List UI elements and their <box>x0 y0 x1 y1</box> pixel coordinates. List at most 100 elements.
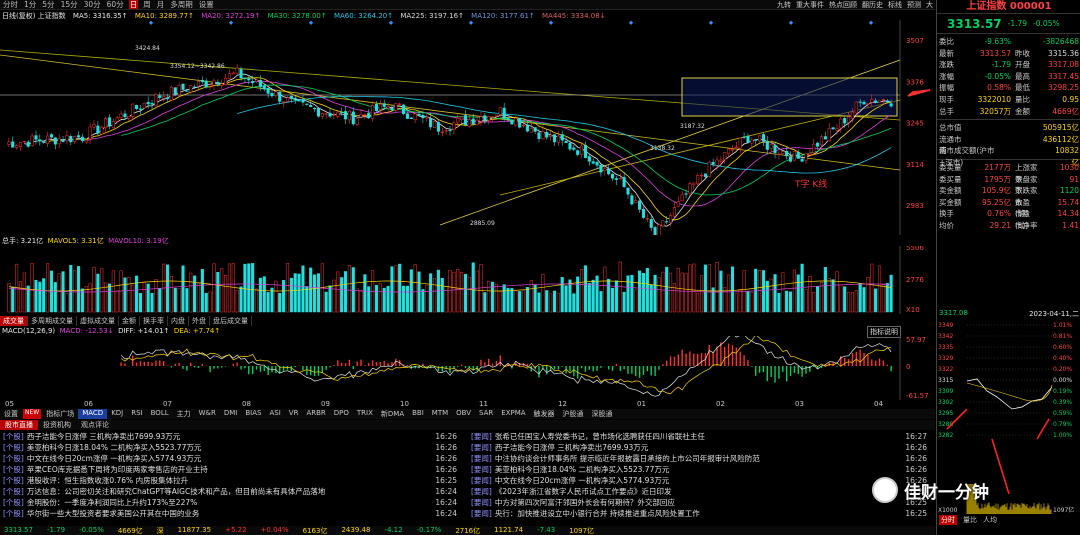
intraday-tab-1[interactable]: 量比 <box>963 515 977 525</box>
news-item[interactable]: [要闻] 西子洁能今日涨停 三机构净卖出7699.93万元 16:26 <box>468 442 935 453</box>
news-item[interactable]: [要闻] 美亚柏科今日涨18.04% 二机构净买入5523.77万元 16:26 <box>468 464 935 475</box>
indicator-tab-1[interactable]: NEW <box>23 409 42 419</box>
period-tab-2[interactable]: 5分 <box>41 0 55 9</box>
volume-chart[interactable]: 5506 2776 X10 <box>0 246 935 314</box>
news-text[interactable]: 央行：加快推进设立中小银行合并 持续推进重点风险处置工作 <box>495 508 905 519</box>
indicator-tab-2[interactable]: 指标广场 <box>42 409 78 419</box>
news-text[interactable]: 中文在线今日20cm涨停 一机构净买入5774.93万元 <box>27 453 435 464</box>
news-item[interactable]: [要闻] 《2023年浙江省数字人民币试点工作要点》近日印发 16:26 <box>468 486 935 497</box>
news-text[interactable]: 美亚柏科今日涨18.04% 二机构净买入5523.77万元 <box>495 464 905 475</box>
news-text[interactable]: 张希已任国宝人寿党委书记，曾市场化选聘获任四川省联社主任 <box>495 431 905 442</box>
volume-subtab-0[interactable]: 成交量 <box>0 316 28 326</box>
menu-item-1[interactable]: 重大事件 <box>796 0 824 9</box>
indicator-tab-22[interactable]: 触发器 <box>530 409 559 419</box>
period-tab-4[interactable]: 30分 <box>83 0 102 9</box>
news-item[interactable]: [要闻] 中文在线今日20cm涨停 一机构净买入5774.93万元 16:26 <box>468 475 935 486</box>
indicator-tab-5[interactable]: RSI <box>127 409 146 419</box>
indicator-tab-10[interactable]: BIAS <box>241 409 265 419</box>
news-text[interactable]: 金明股份：一季度净利润同比上升约173%至227% <box>27 497 435 508</box>
news-text[interactable]: 中注协约谈会计师事务所 提示临近年报披露日承接的上市公司年报审计风险防范 <box>495 453 905 464</box>
indicator-tab-15[interactable]: TRIX <box>353 409 377 419</box>
volume-subtab-1[interactable]: 多周期成交量 <box>28 316 77 326</box>
volume-subtab-3[interactable]: 金额 <box>119 316 140 326</box>
period-tab-3[interactable]: 15分 <box>60 0 79 9</box>
indicator-tab-14[interactable]: DPO <box>330 409 353 419</box>
indicator-tab-18[interactable]: MTM <box>428 409 452 419</box>
menu-item-6[interactable]: 大 <box>926 0 933 9</box>
volume-subtab-5[interactable]: 内盘 <box>168 316 189 326</box>
indicator-tab-3[interactable]: MACD <box>78 409 108 419</box>
menu-item-0[interactable]: 九转 <box>777 0 791 9</box>
news-tab-1[interactable]: 投资机构 <box>38 420 76 430</box>
intraday-tab-2[interactable]: 人均 <box>983 515 997 525</box>
indicator-tab-24[interactable]: 深股通 <box>588 409 617 419</box>
news-item[interactable]: [个股] 中文在线今日20cm涨停 一机构净买入5774.93万元 16:26 <box>0 453 465 464</box>
period-tab-1[interactable]: 1分 <box>23 0 37 9</box>
news-text[interactable]: 《2023年浙江省数字人民币试点工作要点》近日印发 <box>495 486 905 497</box>
news-item[interactable]: [个股] 美亚柏科今日涨18.04% 二机构净买入5523.77万元 16:26 <box>0 442 465 453</box>
indicator-tab-19[interactable]: OBV <box>452 409 475 419</box>
indicator-tab-0[interactable]: 设置 <box>0 409 22 419</box>
volume-subtab-2[interactable]: 虚拟成交量 <box>77 316 119 326</box>
news-text[interactable]: 万达信息：公司密切关注和研究ChatGPT等AIGC技术和产品，但目前尚未有具体… <box>27 486 435 497</box>
news-text[interactable]: 苹果CEO库克据悉下周将为印度两家零售店的开业主持 <box>27 464 435 475</box>
volume-subtab-4[interactable]: 换手率 <box>140 316 168 326</box>
indicator-tab-11[interactable]: ASI <box>265 409 284 419</box>
news-item[interactable]: [要闻] 中方对第四次阿富汗邻国外长会有何期待？外交部回应 16:25 <box>468 497 935 508</box>
indicator-tab-23[interactable]: 沪股通 <box>559 409 588 419</box>
news-text[interactable]: 华尔街一些大型投资者要求美国公开其在中国的业务 <box>27 508 435 519</box>
intraday-tab-0[interactable]: 分时 <box>939 515 957 525</box>
news-text[interactable]: 美亚柏科今日涨18.04% 二机构净买入5523.77万元 <box>27 442 435 453</box>
candle <box>634 200 638 203</box>
indicator-tab-20[interactable]: SAR <box>475 409 497 419</box>
period-tab-8[interactable]: 月 <box>156 0 166 9</box>
menu-item-4[interactable]: 标线 <box>888 0 902 9</box>
indicator-tab-12[interactable]: VR <box>285 409 303 419</box>
news-text[interactable]: 中方对第四次阿富汗邻国外长会有何期待？外交部回应 <box>495 497 905 508</box>
indicator-tab-9[interactable]: DMI <box>220 409 242 419</box>
news-item[interactable]: [个股] 西子洁能今日涨停 三机构净卖出7699.93万元 16:26 <box>0 431 465 442</box>
news-item[interactable]: [个股] 苹果CEO库克据悉下周将为印度两家零售店的开业主持 16:26 <box>0 464 465 475</box>
indicator-tab-17[interactable]: BBI <box>408 409 428 419</box>
news-item[interactable]: [要闻] 央行：加快推进设立中小银行合并 持续推进重点风险处置工作 16:25 <box>468 508 935 519</box>
news-item[interactable]: [个股] 金明股份：一季度净利润同比上升约173%至227% 16:24 <box>0 497 465 508</box>
menu-item-5[interactable]: 预测 <box>907 0 921 9</box>
news-text[interactable]: 港股收评：恒生指数收涨0.76% 内房股集体拉升 <box>27 475 435 486</box>
candle <box>224 77 228 85</box>
news-item[interactable]: [个股] 华尔街一些大型投资者要求美国公开其在中国的业务 16:24 <box>0 508 465 519</box>
period-tab-5[interactable]: 60分 <box>106 0 125 9</box>
period-tab-6[interactable]: 日 <box>128 0 139 9</box>
menu-item-2[interactable]: 热点回顾 <box>829 0 857 9</box>
candle <box>850 111 854 119</box>
news-item[interactable]: [要闻] 中注协约谈会计师事务所 提示临近年报披露日承接的上市公司年报审计风险防范… <box>468 453 935 464</box>
period-tab-10[interactable]: 设置 <box>198 0 215 9</box>
indicator-tab-6[interactable]: BOLL <box>147 409 173 419</box>
indicator-tab-8[interactable]: W&R <box>195 409 220 419</box>
menu-item-3[interactable]: 翻历史 <box>862 0 883 9</box>
period-tab-7[interactable]: 周 <box>142 0 152 9</box>
indicator-tab-16[interactable]: 新DMA <box>377 409 408 419</box>
quote-label: 均价 <box>939 220 954 230</box>
news-item[interactable]: [个股] 万达信息：公司密切关注和研究ChatGPT等AIGC技术和产品，但目前尚… <box>0 486 465 497</box>
quote-value: 105.9亿 <box>982 186 1011 196</box>
volume-subtab-6[interactable]: 外盘 <box>189 316 210 326</box>
candle <box>378 104 382 111</box>
period-tab-9[interactable]: 多周期 <box>169 0 194 9</box>
news-tab-2[interactable]: 观点评论 <box>76 420 114 430</box>
news-text[interactable]: 中文在线今日20cm涨停 一机构净买入5774.93万元 <box>495 475 905 486</box>
kline-chart[interactable]: 3507 3376 3245 3114 2983 3424.84 3354.12~3342.… <box>0 20 935 235</box>
indicator-tab-21[interactable]: EXPMA <box>497 409 529 419</box>
vol-tick: 2776 <box>906 276 924 284</box>
news-text[interactable]: 西子洁能今日涨停 三机构净卖出7699.93万元 <box>27 431 435 442</box>
indicator-tab-4[interactable]: KDJ <box>107 409 127 419</box>
news-item[interactable]: [要闻] 张希已任国宝人寿党委书记，曾市场化选聘获任四川省联社主任 16:27 <box>468 431 935 442</box>
volume-subtab-7[interactable]: 盘后成交量 <box>210 316 252 326</box>
indicator-tab-7[interactable]: 主力 <box>173 409 195 419</box>
macd-chart[interactable]: 57.97 0 -61.57 <box>0 336 935 400</box>
period-tab-0[interactable]: 分时 <box>2 0 19 9</box>
news-item[interactable]: [个股] 港股收评：恒生指数收涨0.76% 内房股集体拉升 16:25 <box>0 475 465 486</box>
news-text[interactable]: 西子洁能今日涨停 三机构净卖出7699.93万元 <box>495 442 905 453</box>
news-tab-0[interactable]: 股市直播 <box>0 420 38 430</box>
volume-bar <box>347 264 351 313</box>
indicator-tab-13[interactable]: ARBR <box>302 409 329 419</box>
